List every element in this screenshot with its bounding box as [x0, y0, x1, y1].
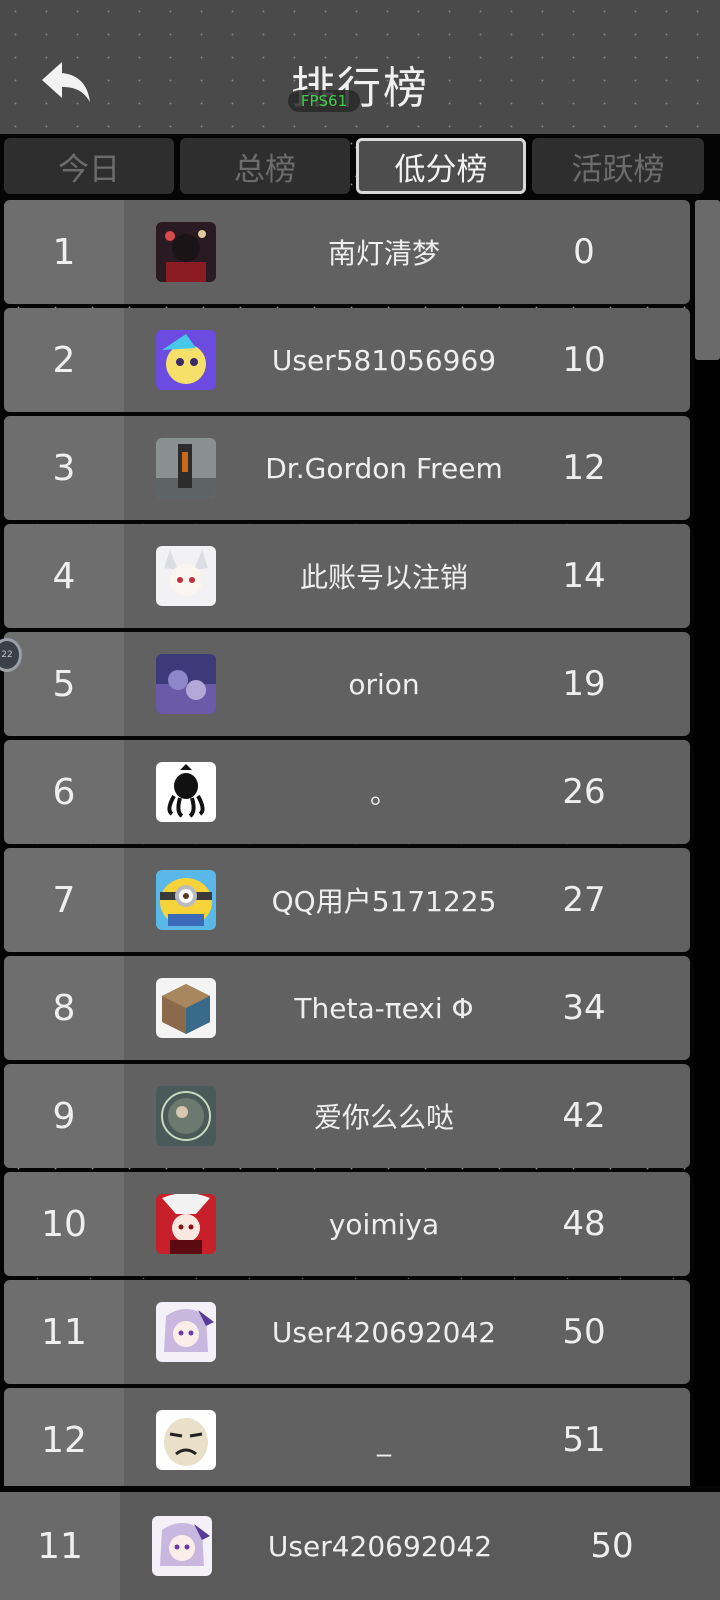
- tab-today[interactable]: 今日: [4, 138, 174, 194]
- avatar[interactable]: [156, 1194, 216, 1254]
- avatar[interactable]: [156, 222, 216, 282]
- rank-number: 1: [4, 200, 124, 304]
- player-score: 10: [562, 340, 606, 380]
- avatar[interactable]: [156, 1302, 216, 1362]
- leaderboard-row[interactable]: 6 。 26: [4, 740, 690, 844]
- rank-number: 6: [4, 740, 124, 844]
- rank-number: 3: [4, 416, 124, 520]
- player-name: 此账号以注销: [299, 561, 468, 594]
- rank-number: 12: [4, 1388, 124, 1486]
- player-score: 34: [562, 988, 606, 1028]
- avatar[interactable]: [156, 1086, 216, 1146]
- player-score: 50: [562, 1312, 606, 1352]
- my-rank-number: 11: [0, 1492, 120, 1600]
- fps-counter: FPS61: [288, 90, 360, 112]
- player-score: 51: [562, 1420, 606, 1460]
- leaderboard-list[interactable]: 1 南灯清梦 0 2 User581056969 10 3 Dr.Gordon …: [0, 200, 694, 1486]
- avatar[interactable]: [156, 330, 216, 390]
- rank-number: 9: [4, 1064, 124, 1168]
- leaderboard-row[interactable]: 10 yoimiya 48: [4, 1172, 690, 1276]
- avatar[interactable]: [156, 978, 216, 1038]
- player-name: QQ用户5171225: [271, 885, 497, 918]
- leaderboard-row[interactable]: 11 User420692042 50: [4, 1280, 690, 1384]
- leaderboard-row[interactable]: 9 爱你么么哒 42: [4, 1064, 690, 1168]
- my-rank-row[interactable]: 11 User420692042 50: [0, 1492, 720, 1600]
- player-score: 26: [562, 772, 606, 812]
- scrollbar-track[interactable]: [694, 200, 720, 1486]
- player-name: orion: [348, 667, 420, 701]
- player-name: User581056969: [271, 343, 497, 377]
- player-name: 。: [369, 777, 398, 810]
- leaderboard-row[interactable]: 5 orion 19: [4, 632, 690, 736]
- header-bar: 排行榜 FPS61: [0, 0, 720, 134]
- leaderboard-row[interactable]: 8 Theta-πexi Φ 34: [4, 956, 690, 1060]
- avatar[interactable]: [156, 546, 216, 606]
- player-score: 14: [562, 556, 606, 596]
- avatar[interactable]: [156, 762, 216, 822]
- leaderboard-row[interactable]: 1 南灯清梦 0: [4, 200, 690, 304]
- player-score: 42: [562, 1096, 606, 1136]
- player-name: Theta-πexi Φ: [294, 991, 474, 1025]
- tab-active[interactable]: 活跃榜: [532, 138, 704, 194]
- rank-number: 10: [4, 1172, 124, 1276]
- player-name: _: [377, 1423, 391, 1457]
- leaderboard-row[interactable]: 12 _ 51: [4, 1388, 690, 1486]
- player-score: 0: [573, 232, 595, 272]
- rank-number: 11: [4, 1280, 124, 1384]
- player-name: 爱你么么哒: [313, 1101, 454, 1134]
- leaderboard-row[interactable]: 3 Dr.Gordon Freem 12: [4, 416, 690, 520]
- leaderboard-row[interactable]: 2 User581056969 10: [4, 308, 690, 412]
- rank-number: 7: [4, 848, 124, 952]
- my-avatar[interactable]: [152, 1516, 212, 1576]
- leaderboard-row[interactable]: 7 QQ用户5171225 27: [4, 848, 690, 952]
- player-name: 南灯清梦: [327, 237, 440, 270]
- player-name: User420692042: [271, 1315, 497, 1349]
- avatar[interactable]: [156, 870, 216, 930]
- rank-number: 4: [4, 524, 124, 628]
- leaderboard-row[interactable]: 4 此账号以注销 14: [4, 524, 690, 628]
- player-name: yoimiya: [328, 1207, 440, 1241]
- my-player-score: 50: [590, 1526, 634, 1566]
- tab-overall[interactable]: 总榜: [180, 138, 350, 194]
- scrollbar-thumb[interactable]: [695, 200, 720, 360]
- tab-low-score[interactable]: 低分榜: [356, 138, 526, 194]
- my-player-name: User420692042: [267, 1529, 493, 1563]
- rank-number: 2: [4, 308, 124, 412]
- player-score: 48: [562, 1204, 606, 1244]
- rank-number: 5: [4, 632, 124, 736]
- player-score: 27: [562, 880, 606, 920]
- page-title: 排行榜: [291, 63, 429, 114]
- rank-number: 8: [4, 956, 124, 1060]
- player-score: 19: [562, 664, 606, 704]
- avatar[interactable]: [156, 438, 216, 498]
- player-score: 12: [562, 448, 606, 488]
- leaderboard-tabs: 今日 总榜 低分榜 活跃榜: [0, 136, 720, 196]
- avatar[interactable]: [156, 1410, 216, 1470]
- player-name: Dr.Gordon Freem: [265, 451, 503, 485]
- avatar[interactable]: [156, 654, 216, 714]
